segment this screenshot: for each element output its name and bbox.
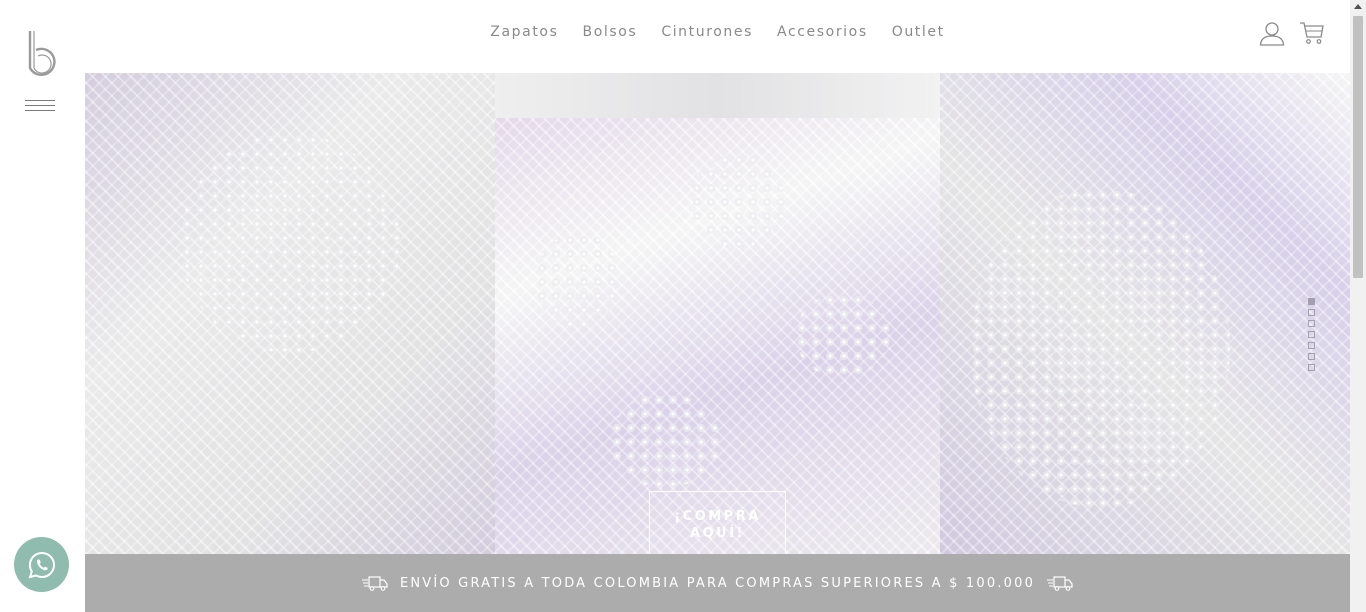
- hero-overlay: [85, 73, 1350, 554]
- slide-dot-5[interactable]: [1308, 342, 1315, 349]
- cta-line-2: AQUÍ!: [690, 526, 745, 541]
- truck-icon: [361, 576, 388, 591]
- cta-line-1: ¡COMPRA: [674, 509, 761, 524]
- nav-link-accesorios[interactable]: Accesorios: [777, 24, 868, 40]
- free-shipping-bar: ENVÍO GRATIS A TODA COLOMBIA PARA COMPRA…: [85, 554, 1350, 612]
- nav-link-outlet[interactable]: Outlet: [892, 24, 945, 40]
- left-rail: [0, 0, 85, 612]
- slide-dot-6[interactable]: [1308, 353, 1315, 360]
- hamburger-menu-icon[interactable]: [25, 98, 55, 114]
- shop-now-button[interactable]: ¡COMPRA AQUÍ!: [649, 491, 786, 554]
- nav-link-bolsos[interactable]: Bolsos: [582, 24, 637, 40]
- hero-banner[interactable]: ¡COMPRA AQUÍ!: [85, 73, 1350, 554]
- whatsapp-button[interactable]: [14, 537, 69, 592]
- slide-dot-7[interactable]: [1308, 364, 1315, 371]
- nav-link-zapatos[interactable]: Zapatos: [490, 24, 558, 40]
- user-icon[interactable]: [1259, 20, 1285, 46]
- truck-icon: [1047, 576, 1073, 591]
- cart-icon[interactable]: [1299, 20, 1325, 46]
- page-scrollbar[interactable]: [1350, 0, 1366, 612]
- nav-link-cinturones[interactable]: Cinturones: [661, 24, 753, 40]
- scroll-up-arrow-icon[interactable]: [1354, 4, 1362, 9]
- free-shipping-text: ENVÍO GRATIS A TODA COLOMBIA PARA COMPRA…: [399, 575, 1036, 591]
- whatsapp-icon: [27, 551, 55, 578]
- scrollbar-thumb[interactable]: [1353, 16, 1363, 278]
- slide-dot-2[interactable]: [1308, 309, 1315, 316]
- top-navigation: Zapatos Bolsos Cinturones Accesorios Out…: [85, 0, 1350, 73]
- page: Zapatos Bolsos Cinturones Accesorios Out…: [0, 0, 1366, 612]
- slide-dot-3[interactable]: [1308, 320, 1315, 327]
- slide-dot-1[interactable]: [1308, 298, 1315, 305]
- slide-dot-4[interactable]: [1308, 331, 1315, 338]
- b-logo-icon[interactable]: [24, 28, 58, 78]
- main-menu: Zapatos Bolsos Cinturones Accesorios Out…: [85, 24, 1350, 40]
- slide-pagination: [1308, 298, 1316, 375]
